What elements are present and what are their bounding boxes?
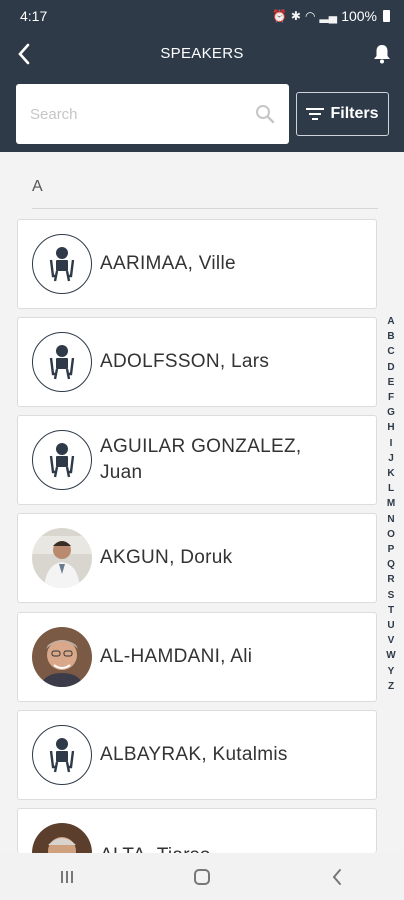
alpha-index-letter[interactable]: E xyxy=(388,375,395,390)
alpha-index-letter[interactable]: K xyxy=(387,466,394,481)
home-button[interactable] xyxy=(182,857,222,897)
alpha-index-letter[interactable]: I xyxy=(390,436,393,451)
person-icon xyxy=(49,443,75,478)
avatar-photo xyxy=(32,627,92,687)
avatar xyxy=(32,430,92,490)
nav-bar: SPEAKERS xyxy=(0,36,404,72)
alpha-index-letter[interactable]: Y xyxy=(388,664,395,679)
filters-label: Filters xyxy=(330,105,379,122)
alpha-index-letter[interactable]: B xyxy=(387,329,394,344)
avatar xyxy=(32,332,92,392)
search-icon[interactable] xyxy=(255,104,275,124)
speaker-name: ALBAYRAK, Kutalmis xyxy=(100,744,288,765)
alpha-index-letter[interactable]: H xyxy=(387,420,394,435)
speaker-photo xyxy=(32,528,92,588)
alpha-index-letter[interactable]: Q xyxy=(387,557,395,572)
alpha-index-letter[interactable]: U xyxy=(387,618,394,633)
search-input[interactable] xyxy=(30,102,250,126)
back-arrow-icon xyxy=(332,868,341,885)
alpha-index-letter[interactable]: F xyxy=(388,390,394,405)
alpha-index-letter[interactable]: N xyxy=(387,512,394,527)
alpha-index-letter[interactable]: L xyxy=(388,481,394,496)
recent-apps-icon xyxy=(61,870,74,883)
alpha-index-letter[interactable]: C xyxy=(387,344,394,359)
speaker-card[interactable]: ALTA, Tiarso xyxy=(17,808,377,853)
alpha-index-letter[interactable]: W xyxy=(386,648,395,663)
alpha-index-letter[interactable]: P xyxy=(388,542,395,557)
filters-button[interactable]: Filters xyxy=(296,92,389,136)
speaker-name: AL-HAMDANI, Ali xyxy=(100,646,253,667)
alarm-icon: ⏰ xyxy=(271,9,287,23)
bell-icon xyxy=(374,45,390,64)
alpha-index-letter[interactable]: R xyxy=(387,572,394,587)
battery-icon xyxy=(383,10,390,22)
alphabet-index: A B C D E F G H I J K L M N O P Q R S T … xyxy=(382,314,400,694)
person-icon xyxy=(49,247,75,282)
status-bar: 4:17 ⏰ ✱ ◠ ▂▄ 100% xyxy=(0,0,404,32)
alpha-index-letter[interactable]: G xyxy=(387,405,395,420)
alpha-index-letter[interactable]: A xyxy=(387,314,394,329)
recent-apps-button[interactable] xyxy=(47,857,87,897)
search-box xyxy=(16,84,289,144)
home-icon xyxy=(193,868,210,885)
alpha-index-letter[interactable]: O xyxy=(387,527,395,542)
speaker-card[interactable]: AL-HAMDANI, Ali xyxy=(17,612,377,702)
section-divider xyxy=(32,208,378,209)
speaker-card[interactable]: ALBAYRAK, Kutalmis xyxy=(17,710,377,800)
filter-icon xyxy=(306,108,325,120)
alpha-index-letter[interactable]: Z xyxy=(388,679,394,694)
speaker-name: AARIMAA, Ville xyxy=(100,253,236,274)
wifi-icon: ◠ xyxy=(304,9,316,23)
section-header: A xyxy=(32,178,43,195)
alpha-index-letter[interactable]: M xyxy=(387,496,395,511)
speaker-card[interactable]: AARIMAA, Ville xyxy=(17,219,377,309)
bluetooth-icon: ✱ xyxy=(290,9,301,23)
speaker-name: AKGUN, Doruk xyxy=(100,547,233,568)
alpha-index-letter[interactable]: J xyxy=(388,451,394,466)
avatar xyxy=(32,725,92,785)
avatar-photo xyxy=(32,528,92,588)
person-icon xyxy=(49,345,75,380)
speaker-name: ALTA, Tiarso xyxy=(100,809,350,853)
system-nav-bar xyxy=(0,853,404,900)
speaker-photo xyxy=(32,823,92,853)
person-icon xyxy=(49,738,75,773)
speaker-card[interactable]: AGUILAR GONZALEZ, Juan xyxy=(17,415,377,505)
alpha-index-letter[interactable]: D xyxy=(387,360,394,375)
speaker-card[interactable]: AKGUN, Doruk xyxy=(17,513,377,603)
status-icons: ⏰ ✱ ◠ ▂▄ 100% xyxy=(272,8,390,24)
alpha-index-letter[interactable]: T xyxy=(388,603,394,618)
signal-icon: ▂▄ xyxy=(319,9,338,23)
status-time: 4:17 xyxy=(20,8,48,24)
battery-percent: 100% xyxy=(341,8,377,24)
app-header: 4:17 ⏰ ✱ ◠ ▂▄ 100% SPEAKERS Filters xyxy=(0,0,404,152)
alpha-index-letter[interactable]: V xyxy=(388,633,395,648)
alpha-index-letter[interactable]: S xyxy=(388,588,395,603)
system-back-button[interactable] xyxy=(317,857,357,897)
speaker-name: AGUILAR GONZALEZ, Juan xyxy=(100,436,302,483)
avatar-photo xyxy=(32,823,92,853)
notifications-button[interactable] xyxy=(366,38,398,70)
avatar xyxy=(32,234,92,294)
page-title: SPEAKERS xyxy=(160,45,244,62)
speaker-card[interactable]: ADOLFSSON, Lars xyxy=(17,317,377,407)
speaker-photo xyxy=(32,627,92,687)
speaker-name: ADOLFSSON, Lars xyxy=(100,351,270,372)
